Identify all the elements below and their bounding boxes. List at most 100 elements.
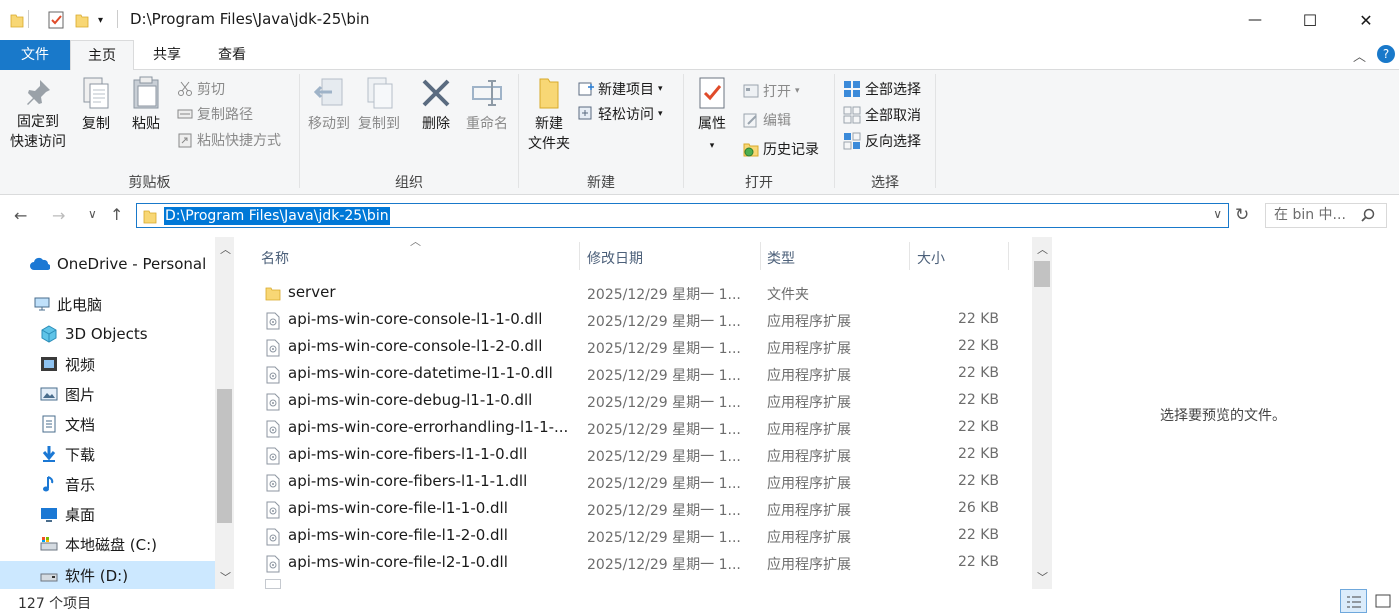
pin-quick-access-button[interactable]: 固定到 快速访问 <box>6 76 70 152</box>
open-button[interactable]: 打开 ▾ <box>743 80 800 102</box>
column-header-size[interactable]: 大小 <box>917 242 945 276</box>
properties-label: 属性 <box>698 116 726 132</box>
open-label: 打开 <box>763 84 791 100</box>
quick-access-dropdown-icon[interactable]: ▾ <box>98 10 103 30</box>
large-icons-view-button[interactable] <box>1372 591 1394 611</box>
column-separator[interactable] <box>909 242 910 270</box>
minimize-button[interactable]: — <box>1227 0 1283 40</box>
table-row[interactable]: server 2025/12/29 星期一 1... 文件夹 <box>255 280 1015 307</box>
computer-icon <box>34 297 50 311</box>
dll-file-icon <box>265 420 281 442</box>
onedrive-icon <box>30 257 50 271</box>
file-list-scrollbar[interactable]: ︿ ﹀ <box>1032 237 1052 589</box>
scroll-down-icon[interactable]: ﹀ <box>1037 569 1048 585</box>
sidebar-item-drive-d[interactable]: 软件 (D:) <box>0 561 215 589</box>
dll-file-icon <box>265 579 281 589</box>
column-header-type[interactable]: 类型 <box>767 242 795 276</box>
maximize-button[interactable]: ☐ <box>1282 0 1338 40</box>
table-row[interactable]: api-ms-win-core-fibers-l1-1-1.dll 2025/12… <box>255 469 1015 496</box>
scroll-up-icon[interactable]: ︿ <box>220 241 231 257</box>
refresh-icon[interactable]: ↻ <box>1235 205 1249 225</box>
back-arrow-icon[interactable]: ← <box>14 206 27 225</box>
large-icons-view-icon <box>1375 594 1391 608</box>
forward-arrow-icon[interactable]: → <box>52 206 65 225</box>
tab-home[interactable]: 主页 <box>70 40 134 71</box>
new-item-label: 新建项目 <box>598 82 654 98</box>
history-label: 历史记录 <box>763 142 819 158</box>
new-item-button[interactable]: 新建项目 ▾ <box>578 78 663 100</box>
tab-share[interactable]: 共享 <box>134 40 200 70</box>
paste-button[interactable]: 粘贴 <box>124 76 168 134</box>
scroll-down-icon[interactable]: ﹀ <box>220 569 231 585</box>
scroll-up-icon[interactable]: ︿ <box>1037 241 1048 257</box>
address-dropdown-icon[interactable]: ∨ <box>1213 207 1222 221</box>
copy-button[interactable]: 复制 <box>72 76 120 134</box>
history-button[interactable]: 历史记录 <box>743 138 819 160</box>
address-path[interactable]: D:\Program Files\Java\jdk-25\bin <box>164 206 390 225</box>
group-separator <box>683 74 684 188</box>
recent-locations-icon[interactable]: ∨ <box>88 207 97 221</box>
column-header-name[interactable]: 名称 <box>261 242 289 276</box>
sidebar-item-drive-c[interactable]: 本地磁盘 (C:) <box>40 531 157 557</box>
copy-icon <box>83 77 109 109</box>
tab-view[interactable]: 查看 <box>200 40 264 70</box>
navigation-bar: ← → ∨ ↑ D:\Program Files\Java\jdk-25\bin… <box>0 195 1399 237</box>
sidebar-item-this-pc[interactable]: 此电脑 <box>34 291 102 317</box>
file-name: api-ms-win-core-fibers-l1-1-0.dll <box>288 445 528 463</box>
scroll-thumb[interactable] <box>217 389 232 523</box>
file-date: 2025/12/29 星期一 1... <box>587 368 741 384</box>
copy-to-button[interactable]: 复制到 <box>355 76 403 134</box>
scroll-thumb[interactable] <box>1034 261 1050 287</box>
easy-access-button[interactable]: 轻松访问 ▾ <box>578 103 663 125</box>
table-row[interactable]: api-ms-win-core-errorhandling-l1-1-... 20… <box>255 415 1015 442</box>
column-separator[interactable] <box>1008 242 1009 270</box>
sidebar-scrollbar[interactable]: ︿ ﹀ <box>215 237 234 589</box>
copy-path-button[interactable]: 复制路径 <box>177 103 253 125</box>
properties-quick-icon[interactable] <box>47 10 65 30</box>
select-none-button[interactable]: 全部取消 <box>843 104 921 126</box>
file-type: 应用程序扩展 <box>767 530 851 546</box>
folder-icon <box>10 10 24 30</box>
table-row[interactable]: api-ms-win-core-file-l1-1-0.dll 2025/12/2… <box>255 496 1015 523</box>
new-folder-button[interactable]: 新建 文件夹 <box>524 76 574 154</box>
sidebar-item-videos[interactable]: 视频 <box>40 351 95 377</box>
sidebar-item-downloads[interactable]: 下载 <box>40 441 95 467</box>
help-icon[interactable]: ? <box>1377 45 1395 63</box>
table-row[interactable]: api-ms-win-core-file-l2-1-0.dll 2025/12/2… <box>255 550 1015 577</box>
details-view-button[interactable] <box>1340 589 1367 613</box>
table-row[interactable]: api-ms-win-core-debug-l1-1-0.dll 2025/12/… <box>255 388 1015 415</box>
move-to-button[interactable]: 移动到 <box>304 76 354 134</box>
invert-selection-button[interactable]: 反向选择 <box>843 130 921 152</box>
column-separator[interactable] <box>579 242 580 270</box>
edit-button[interactable]: 编辑 <box>743 109 791 131</box>
sidebar-item-documents[interactable]: 文档 <box>40 411 95 437</box>
tab-file[interactable]: 文件 <box>0 40 70 70</box>
delete-button[interactable]: 删除 <box>414 76 458 134</box>
sidebar-item-pictures[interactable]: 图片 <box>40 381 95 407</box>
sidebar-item-music[interactable]: 音乐 <box>40 471 95 497</box>
table-row[interactable]: api-ms-win-core-console-l1-1-0.dll 2025/1… <box>255 307 1015 334</box>
table-row[interactable]: api-ms-win-core-fibers-l1-1-0.dll 2025/12… <box>255 442 1015 469</box>
column-separator[interactable] <box>760 242 761 270</box>
sidebar-item-desktop[interactable]: 桌面 <box>40 501 95 527</box>
rename-button[interactable]: 重命名 <box>462 76 512 134</box>
file-name: api-ms-win-core-file-l1-1-0.dll <box>288 499 508 517</box>
sidebar-item-3d-objects[interactable]: 3D Objects <box>40 321 148 347</box>
sidebar-item-onedrive[interactable]: OneDrive - Personal <box>30 251 206 277</box>
table-row[interactable]: api-ms-win-core-file-l1-2-0.dll 2025/12/2… <box>255 523 1015 550</box>
properties-button[interactable]: 属性 ▾ <box>690 76 734 156</box>
table-row[interactable]: api-ms-win-core-console-l1-2-0.dll 2025/1… <box>255 334 1015 361</box>
select-all-icon <box>844 81 860 97</box>
select-all-button[interactable]: 全部选择 <box>843 78 921 100</box>
close-button[interactable]: ✕ <box>1338 0 1394 40</box>
dll-file-icon <box>265 339 281 361</box>
address-bar[interactable]: D:\Program Files\Java\jdk-25\bin ∨ <box>136 203 1229 228</box>
paste-shortcut-button[interactable]: 粘贴快捷方式 <box>177 129 281 151</box>
up-arrow-icon[interactable]: ↑ <box>110 205 123 224</box>
open-icon <box>743 84 759 98</box>
column-header-date[interactable]: 修改日期 <box>587 242 643 276</box>
cut-button[interactable]: 剪切 <box>177 78 225 100</box>
table-row[interactable]: api-ms-win-core-datetime-l1-1-0.dll 2025/… <box>255 361 1015 388</box>
new-folder-quick-icon[interactable] <box>75 10 89 30</box>
collapse-ribbon-icon[interactable]: ︿ <box>1353 46 1366 65</box>
